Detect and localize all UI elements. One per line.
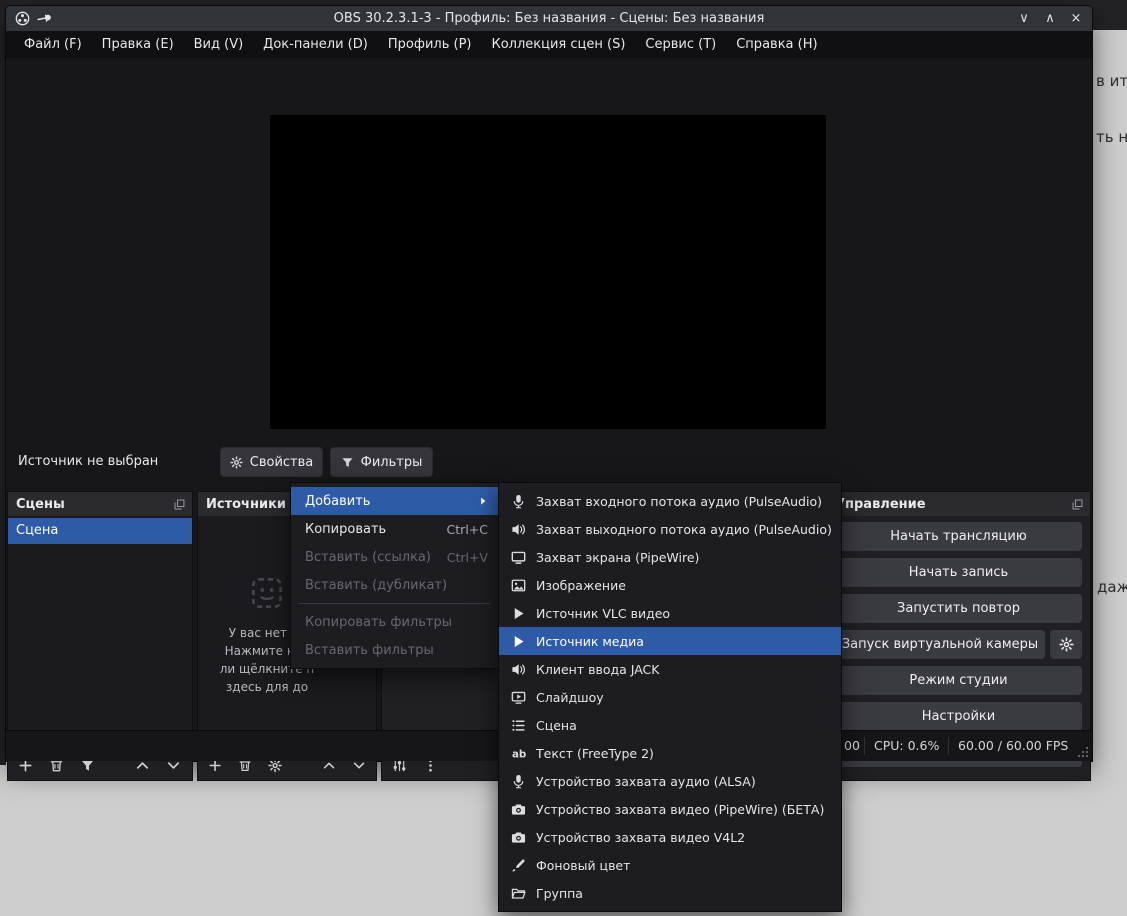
cpu-usage: CPU: 0.6% [874, 731, 939, 761]
submenu-item-video-capture-device-v4l2[interactable]: Устройство захвата видео V4L2 [499, 823, 841, 851]
ghost-placeholder-icon [250, 576, 284, 610]
display-icon [511, 550, 526, 565]
menu-item-add[interactable]: Добавить [291, 487, 498, 515]
window-controls: ∨ ∧ × [1016, 6, 1084, 31]
submenu-item-screen-capture[interactable]: Захват экрана (PipeWire) [499, 543, 841, 571]
camera-icon [511, 802, 526, 817]
window-title: OBS 30.2.3.1-3 - Профиль: Без названия -… [126, 6, 972, 31]
menu-profile[interactable]: Профиль (P) [378, 31, 482, 58]
menu-edit[interactable]: Правка (E) [92, 31, 184, 58]
folder-icon [511, 886, 526, 901]
shortcut-label: Ctrl+C [447, 522, 488, 537]
microphone-icon [511, 494, 526, 509]
scene-list: Сцена [8, 516, 192, 749]
pin-icon[interactable] [34, 8, 55, 29]
controls-dock-title: Управление [827, 497, 1071, 512]
filter-icon [341, 456, 354, 469]
fps-indicator: 60.00 / 60.00 FPS [958, 731, 1068, 761]
obs-logo-icon [15, 11, 30, 26]
shortcut-label: Ctrl+V [447, 550, 488, 565]
menu-separator [299, 603, 490, 604]
maximize-button[interactable]: ∧ [1042, 11, 1058, 26]
menu-item-paste-filters[interactable]: Вставить фильтры [291, 636, 498, 664]
start-recording-button[interactable]: Начать запись [835, 558, 1082, 587]
submenu-item-image[interactable]: Изображение [499, 571, 841, 599]
resize-grip[interactable] [1077, 746, 1089, 758]
menu-view[interactable]: Вид (V) [184, 31, 254, 58]
menu-item-paste-duplicate[interactable]: Вставить (дубликат) [291, 571, 498, 599]
submenu-item-slideshow[interactable]: Слайдшоу [499, 683, 841, 711]
background-text-fragment: в ит [1096, 72, 1127, 90]
preview-canvas[interactable] [270, 115, 826, 429]
menu-item-copy-filters[interactable]: Копировать фильтры [291, 608, 498, 636]
properties-button[interactable]: Свойства [220, 447, 323, 477]
speaker-icon [511, 522, 526, 537]
start-virtual-camera-button[interactable]: Запуск виртуальной камеры [835, 630, 1045, 659]
start-replay-buffer-button[interactable]: Запустить повтор [835, 594, 1082, 623]
virtual-camera-settings-button[interactable] [1050, 630, 1082, 659]
text-icon [511, 746, 526, 761]
menu-item-paste-reference[interactable]: Вставить (ссылка) Ctrl+V [291, 543, 498, 571]
submenu-item-jack-input[interactable]: Клиент ввода JACK [499, 655, 841, 683]
no-source-label: Источник не выбран [18, 454, 158, 469]
gear-icon [230, 456, 243, 469]
submenu-item-scene[interactable]: Сцена [499, 711, 841, 739]
filters-button[interactable]: Фильтры [330, 447, 433, 477]
settings-button[interactable]: Настройки [835, 702, 1082, 731]
controls-dock-header[interactable]: Управление [827, 492, 1090, 516]
statusbar-separator [864, 737, 865, 755]
submenu-item-audio-output-capture[interactable]: Захват выходного потока аудио (PulseAudi… [499, 515, 841, 543]
submenu-item-color-source[interactable]: Фоновый цвет [499, 851, 841, 879]
menu-file[interactable]: Файл (F) [14, 31, 92, 58]
slideshow-icon [511, 690, 526, 705]
screen: в ит ть н даже OBS 30.2.3.1-3 - Профиль:… [0, 0, 1127, 916]
camera-icon [511, 830, 526, 845]
menu-tools[interactable]: Сервис (T) [635, 31, 726, 58]
menu-item-copy[interactable]: Копировать Ctrl+C [291, 515, 498, 543]
paint-icon [511, 858, 526, 873]
gear-icon [1059, 637, 1074, 652]
submenu-item-media-source[interactable]: Источник медиа [499, 627, 841, 655]
sources-context-menu: Добавить Копировать Ctrl+C Вставить (ссы… [290, 482, 499, 669]
scene-icon [511, 718, 526, 733]
scenes-dock-title: Сцены [8, 497, 173, 512]
menu-docks[interactable]: Док-панели (D) [253, 31, 378, 58]
play-icon [511, 606, 526, 621]
scenes-dock-header[interactable]: Сцены [8, 492, 192, 516]
studio-mode-button[interactable]: Режим студии [835, 666, 1082, 695]
titlebar[interactable]: OBS 30.2.3.1-3 - Профиль: Без названия -… [6, 6, 1092, 31]
submenu-item-audio-input-capture[interactable]: Захват входного потока аудио (PulseAudio… [499, 487, 841, 515]
background-text-fragment: даже [1097, 578, 1127, 596]
popout-icon[interactable] [1071, 498, 1084, 511]
submenu-item-vlc-source[interactable]: Источник VLC видео [499, 599, 841, 627]
background-text-fragment: ть н [1096, 128, 1127, 146]
statusbar-separator [948, 737, 949, 755]
menu-scene-collection[interactable]: Коллекция сцен (S) [481, 31, 635, 58]
add-source-submenu: Захват входного потока аудио (PulseAudio… [498, 482, 842, 912]
menu-help[interactable]: Справка (H) [726, 31, 827, 58]
start-streaming-button[interactable]: Начать трансляцию [835, 522, 1082, 551]
submenu-item-audio-capture-device-alsa[interactable]: Устройство захвата аудио (ALSA) [499, 767, 841, 795]
play-icon [511, 634, 526, 649]
submenu-arrow-icon [478, 496, 488, 506]
speaker-icon [511, 662, 526, 677]
popout-icon[interactable] [173, 498, 186, 511]
microphone-icon [511, 774, 526, 789]
image-icon [511, 578, 526, 593]
submenu-item-text-freetype[interactable]: Текст (FreeType 2) [499, 739, 841, 767]
shade-button[interactable]: ∨ [1016, 11, 1032, 26]
scene-list-item[interactable]: Сцена [8, 518, 192, 544]
recording-timer-fragment: 00 [844, 731, 860, 761]
submenu-item-video-capture-device-pipewire[interactable]: Устройство захвата видео (PipeWire) (БЕТ… [499, 795, 841, 823]
menubar: Файл (F) Правка (E) Вид (V) Док-панели (… [6, 31, 1092, 58]
submenu-item-group[interactable]: Группа [499, 879, 841, 907]
close-button[interactable]: × [1068, 11, 1084, 26]
